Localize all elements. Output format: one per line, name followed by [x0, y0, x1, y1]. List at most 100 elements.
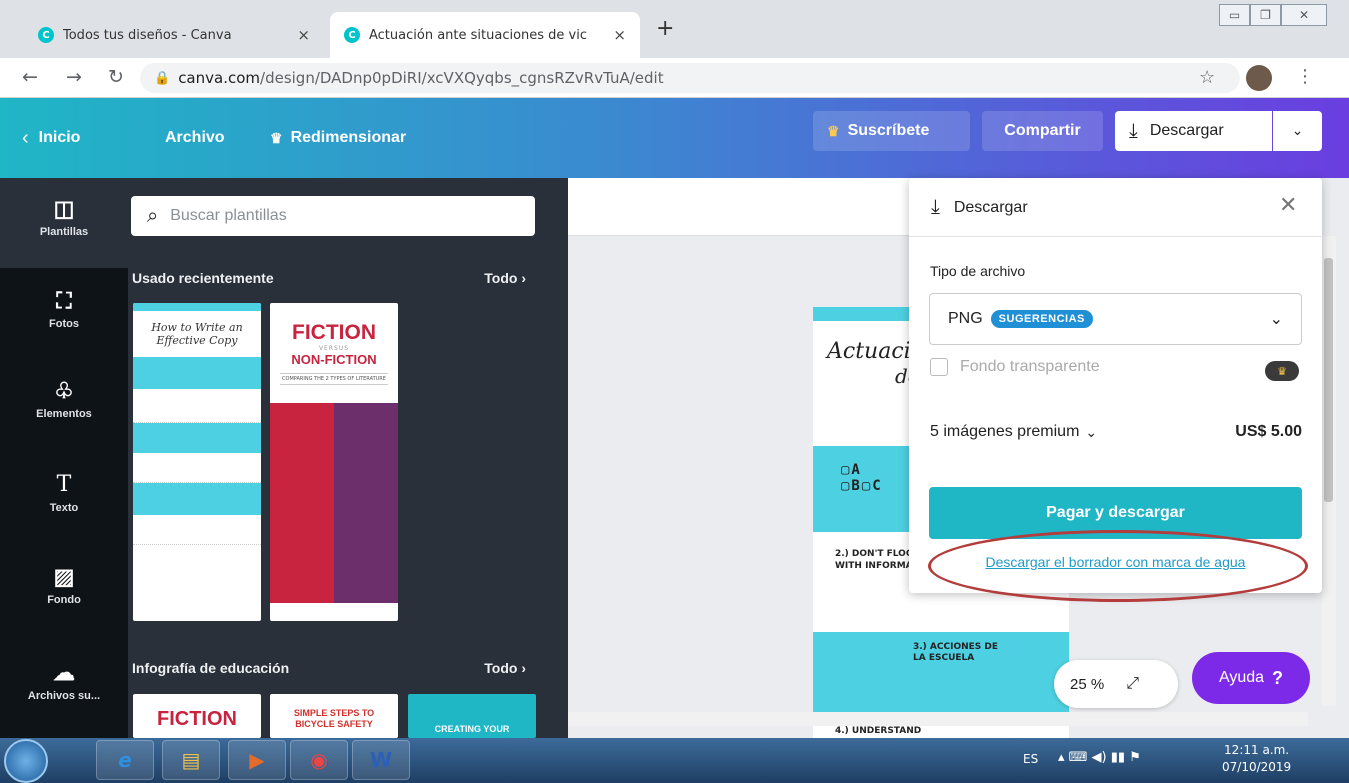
template-thumbnail-copywriting[interactable]: How to Write an Effective Copy — [133, 303, 261, 621]
internet-explorer-icon[interactable]: e — [96, 740, 154, 780]
download-button[interactable]: ⤓ Descargar — [1115, 111, 1272, 151]
bookmark-star-icon[interactable]: ☆ — [1199, 67, 1215, 88]
zoom-control[interactable]: 25 % ⤢ — [1054, 660, 1178, 708]
chrome-icon[interactable]: ◉ — [290, 740, 348, 780]
design-block-school: 3.) ACCIONES DE LA ESCUELA — [813, 632, 1069, 712]
clock-time: 12:11 a.m. — [1224, 743, 1290, 757]
design-step-2: 2.) DON'T FLOO WITH INFORMA — [835, 549, 914, 571]
sidebar-item-label: Plantillas — [39, 226, 89, 238]
help-button[interactable]: Ayuda ? — [1192, 652, 1310, 704]
browser-tab-active[interactable]: C Actuación ante situaciones de vic × — [330, 12, 640, 58]
section-title: Usado recientemente — [132, 270, 274, 286]
subscribe-label: Suscríbete — [847, 122, 930, 139]
browser-tab-designs[interactable]: C Todos tus diseños - Canva × — [24, 12, 324, 58]
browser-tab-strip: C Todos tus diseños - Canva × C Actuació… — [0, 0, 1349, 58]
template-thumbnail-fiction[interactable]: FICTION VERSUS NON-FICTION COMPARING THE… — [270, 303, 398, 621]
sidebar-item-label: Texto — [49, 502, 79, 514]
zoom-level: 25 % — [1070, 675, 1105, 693]
resize-button[interactable]: ♛ Redimensionar — [270, 98, 406, 178]
premium-price: US$ 5.00 — [1235, 423, 1302, 440]
template-search-input[interactable]: ⌕ Buscar plantillas — [131, 196, 535, 236]
windows-taskbar: e ▤ ▶ ◉ W ES ▴ ⌨ ◀) ▮▮ ⚑ 12:11 a.m. 07/1… — [0, 738, 1349, 783]
download-panel-header: ⤓ Descargar — [931, 196, 1028, 219]
fullscreen-icon[interactable]: ⤢ — [1126, 675, 1139, 693]
word-icon[interactable]: W — [352, 740, 410, 780]
file-type-select[interactable]: PNG SUGERENCIAS ⌄ — [929, 293, 1302, 345]
resize-label: Redimensionar — [290, 129, 407, 146]
file-menu-button[interactable]: Archivo — [165, 98, 225, 178]
thumb-subtitle: VERSUS — [318, 345, 350, 352]
close-tab-icon[interactable]: × — [297, 26, 310, 44]
language-indicator[interactable]: ES — [1023, 752, 1038, 766]
sidebar-item-background[interactable]: ▨ Fondo — [0, 564, 128, 634]
template-thumbnail-fiction-2[interactable]: FICTION — [133, 694, 261, 738]
see-all-link[interactable]: Todo › — [484, 270, 526, 286]
tab-title: Todos tus diseños - Canva — [63, 27, 232, 43]
download-dropdown-button[interactable]: ⌄ — [1273, 111, 1322, 151]
reload-icon[interactable]: ↻ — [108, 66, 124, 88]
url-host: canva.com — [178, 69, 261, 87]
premium-images-toggle[interactable]: 5 imágenes premium ⌄ — [930, 423, 1097, 441]
chevron-down-icon: ⌄ — [1085, 423, 1098, 440]
url-field[interactable]: 🔒 canva.com/design/DADnp0pDiRI/xcVXQyqbs… — [140, 63, 1240, 93]
see-all-link[interactable]: Todo › — [484, 660, 526, 676]
divider — [909, 236, 1322, 237]
home-button[interactable]: ‹ Inicio — [22, 98, 80, 178]
annotation-ellipse — [928, 530, 1308, 602]
media-player-icon[interactable]: ▶ — [228, 740, 286, 780]
section-header-recent: Usado recientemente Todo › — [132, 270, 526, 286]
canva-favicon-icon: C — [344, 27, 360, 43]
clock-date: 07/10/2019 — [1222, 760, 1292, 774]
transparent-label: Fondo transparente — [960, 358, 1100, 375]
clock[interactable]: 12:11 a.m. 07/10/2019 — [1222, 742, 1291, 776]
download-icon: ⤓ — [1129, 119, 1138, 142]
minimize-icon[interactable]: ▭ — [1219, 4, 1250, 26]
download-icon: ⤓ — [931, 196, 940, 218]
chevron-left-icon: ‹ — [22, 126, 29, 149]
sidebar-item-label: Archivos su... — [27, 690, 101, 702]
sidebar-item-elements[interactable]: ♧ Elementos — [0, 378, 128, 448]
template-thumbnail-creating[interactable]: CREATING YOUR — [408, 694, 536, 738]
profile-avatar[interactable] — [1246, 65, 1272, 91]
sidebar-item-label: Fotos — [49, 318, 79, 330]
sidebar-item-label: Elementos — [36, 408, 92, 420]
download-label: Descargar — [1149, 122, 1224, 139]
back-arrow-icon[interactable]: ← — [22, 66, 38, 88]
horizontal-scrollbar[interactable] — [568, 712, 1308, 726]
elements-icon: ♧ — [54, 378, 74, 403]
maximize-icon[interactable]: ❐ — [1250, 4, 1281, 26]
help-label: Ayuda — [1218, 669, 1265, 686]
tray-icons[interactable]: ▴ ⌨ ◀) ▮▮ ⚑ — [1058, 750, 1141, 765]
sidebar-item-text[interactable]: T Texto — [0, 472, 128, 542]
vertical-scrollbar-thumb[interactable] — [1324, 258, 1333, 502]
subscribe-button[interactable]: ♛ Suscríbete — [813, 111, 970, 151]
transparent-background-option[interactable]: Fondo transparente — [930, 358, 1100, 376]
templates-icon: ◫ — [53, 196, 75, 221]
sidebar-item-templates[interactable]: ◫ Plantillas — [0, 178, 128, 268]
new-tab-button[interactable]: + — [656, 16, 674, 41]
share-button[interactable]: Compartir — [982, 111, 1103, 151]
file-explorer-icon[interactable]: ▤ — [162, 740, 220, 780]
search-placeholder: Buscar plantillas — [170, 207, 287, 224]
start-button[interactable] — [4, 739, 48, 783]
crown-icon: ♛ — [270, 129, 283, 146]
question-icon: ? — [1272, 667, 1284, 688]
sidebar-item-photos[interactable]: ⛶ Fotos — [0, 288, 128, 358]
search-icon: ⌕ — [147, 204, 159, 227]
close-icon[interactable]: ✕ — [1279, 192, 1297, 218]
browser-menu-icon[interactable]: ⋮ — [1296, 66, 1314, 87]
window-close-icon[interactable]: ✕ — [1281, 4, 1327, 26]
abc-blocks-icon: ▢A ▢B▢C — [841, 462, 883, 494]
design-step-3: 3.) ACCIONES DE LA ESCUELA — [913, 642, 999, 663]
section-header-education: Infografía de educación Todo › — [132, 660, 526, 676]
editor-header: ‹ Inicio Archivo ♛ Redimensionar ♛ Suscr… — [0, 98, 1349, 178]
chevron-down-icon: ⌄ — [1291, 123, 1304, 139]
template-thumbnail-bicycle[interactable]: SIMPLE STEPS TO BICYCLE SAFETY — [270, 694, 398, 738]
close-tab-icon[interactable]: × — [613, 26, 626, 44]
sidebar-item-uploads[interactable]: ☁ Archivos su... — [0, 660, 128, 730]
photos-icon: ⛶ — [56, 288, 72, 313]
transparent-checkbox[interactable] — [930, 358, 948, 376]
side-rail: ◫ Plantillas ⛶ Fotos ♧ Elementos T Texto… — [0, 178, 128, 738]
forward-arrow-icon[interactable]: → — [66, 66, 82, 88]
crown-icon: ♛ — [827, 122, 840, 139]
